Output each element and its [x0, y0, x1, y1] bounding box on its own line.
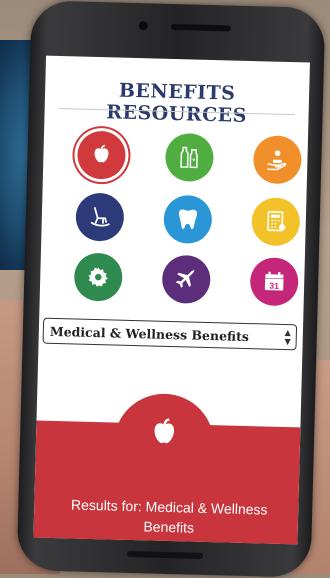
speaker-grille	[170, 23, 231, 32]
benefits-category-select[interactable]: Medical & Wellness Benefits ▲ ▼	[42, 317, 298, 351]
category-events-button[interactable]: 31	[249, 257, 299, 307]
page-title: BENEFITS RESOURCES	[105, 79, 248, 127]
bottles-icon	[180, 146, 198, 169]
phone-screen: BENEFITS RESOURCES 31 Medical & Wellness…	[33, 55, 310, 545]
apple-icon	[94, 144, 109, 163]
category-pharmacy-button[interactable]	[164, 132, 215, 183]
category-medical-button[interactable]	[76, 130, 127, 180]
gear-icon	[88, 267, 109, 287]
phone-device: BENEFITS RESOURCES 31 Medical & Wellness…	[16, 0, 326, 578]
rocking-chair-icon	[90, 206, 110, 227]
calendar-day-number: 31	[269, 281, 279, 291]
airplane-icon	[175, 269, 196, 288]
hand-care-icon	[267, 150, 287, 171]
select-arrows-icon: ▲ ▼	[284, 326, 292, 347]
category-settings-button[interactable]	[73, 252, 123, 302]
home-button[interactable]	[126, 550, 204, 559]
results-heading: Results for: Medical & Wellness Benefits	[70, 496, 268, 536]
category-dental-button[interactable]	[163, 194, 213, 245]
calculator-icon	[267, 210, 286, 232]
category-retirement-button[interactable]	[75, 192, 125, 242]
category-financial-button[interactable]	[251, 197, 301, 247]
apple-icon	[154, 418, 175, 444]
category-care-button[interactable]	[252, 135, 303, 185]
front-camera	[138, 21, 148, 31]
calendar-icon: 31	[264, 271, 284, 291]
tooth-icon	[178, 209, 198, 230]
category-travel-button[interactable]	[161, 254, 211, 305]
select-value: Medical & Wellness Benefits	[49, 323, 250, 344]
